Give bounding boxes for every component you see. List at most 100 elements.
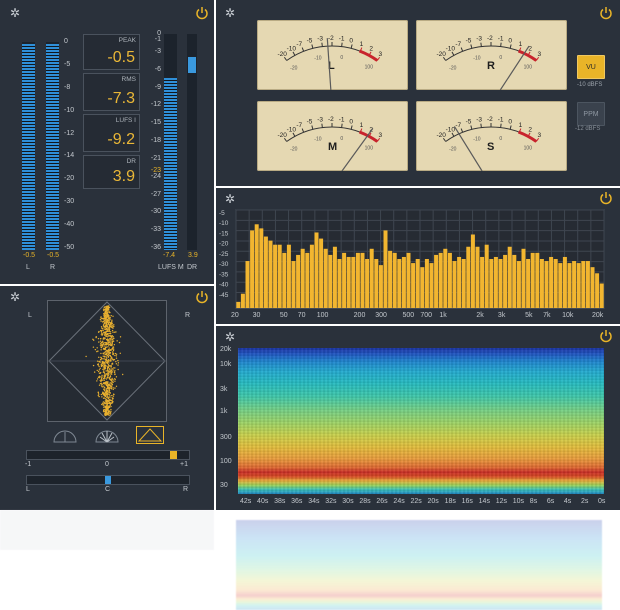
vu-scale-label: -5 (466, 119, 472, 126)
goniometer-dot (105, 308, 108, 311)
lufs-m-meter (164, 34, 177, 250)
goniometer-dot (92, 364, 95, 367)
power-icon[interactable] (599, 6, 613, 20)
goniometer-dot (104, 409, 106, 411)
vu-inner-label: 100 (524, 146, 533, 152)
goniometer-dot (101, 374, 103, 377)
vu-inner-label: 100 (524, 65, 533, 71)
spectrogram-x-tick: 24s (393, 498, 405, 505)
spectrum-bar (567, 263, 572, 308)
goniometer-dot (98, 395, 100, 398)
goniometer-dot (107, 384, 109, 386)
goniometer-dot (110, 339, 112, 341)
goniometer-dot (104, 313, 106, 315)
vu-red-zone (358, 130, 379, 143)
goniometer-dot (119, 336, 122, 338)
vu-meter-r: -20 -10 -7 -5 -3 -2 -1 0 1 2 3 -20 -10 0 100 R (416, 20, 567, 91)
level-scale-tick: -8 (64, 83, 71, 91)
right-channel-label: R (50, 264, 56, 271)
lissajous-icon[interactable] (94, 428, 120, 444)
vu-scale-label: -10 (287, 126, 297, 133)
goniometer-dot (101, 321, 104, 323)
goniometer-dot (114, 331, 116, 333)
goniometer-dot (107, 322, 110, 325)
goniometer-dot (106, 413, 108, 415)
spectrum-bar (388, 250, 393, 308)
goniometer-dot (106, 404, 108, 406)
spectrum-x-tick: 50 (280, 312, 288, 319)
goniometer-dot (101, 341, 104, 343)
goniometer-dot (106, 399, 108, 401)
goniometer-dot (106, 330, 108, 333)
goniometer-dot (105, 325, 107, 327)
goniometer-dot (98, 360, 101, 363)
goniometer-dot (109, 341, 111, 343)
spectrum-x-tick: 100 (317, 312, 329, 319)
polar-icon[interactable] (52, 428, 78, 444)
goniometer-dot (93, 371, 96, 373)
gear-icon[interactable]: ✲ (224, 7, 236, 19)
goniometer-dot (107, 356, 110, 358)
power-icon[interactable] (195, 6, 209, 20)
goniometer-dot (108, 311, 111, 314)
goniometer-dot (113, 337, 115, 340)
balance-indicator (105, 476, 111, 484)
power-icon[interactable] (599, 329, 613, 343)
vu-inner-label: 0 (499, 136, 502, 142)
goniometer-dot (97, 363, 99, 366)
goniometer-dot (101, 343, 103, 346)
goniometer-dot (105, 364, 107, 367)
level-scale-tick: -30 (64, 198, 75, 206)
spectrum-y-tick: -40 (219, 282, 229, 289)
goniometer-dot (102, 392, 104, 394)
goniometer-dot (102, 358, 104, 360)
goniometer-dot (107, 358, 110, 361)
level-scale-tick: -40 (64, 221, 75, 229)
spectrum-bar (539, 259, 544, 308)
spectrogram-x-tick: 40s (257, 498, 269, 505)
gear-icon[interactable]: ✲ (224, 331, 236, 343)
goniometer-dot (108, 365, 110, 367)
goniometer-dot (102, 324, 105, 327)
goniometer-display (47, 300, 167, 422)
gear-icon[interactable]: ✲ (9, 7, 21, 19)
vu-scale-label: 2 (369, 45, 373, 52)
spectrum-bar (346, 256, 351, 308)
goniometer-dot (112, 331, 114, 333)
goniometer-dot (101, 402, 104, 404)
lufs-scale-tick: -3 (154, 47, 161, 55)
goniometer-dot (107, 377, 109, 379)
goniometer-dot (101, 403, 103, 406)
vu-mode-button[interactable]: VU (577, 55, 605, 79)
spectrum-bar (392, 252, 397, 308)
vu-inner-label: -20 (290, 65, 297, 71)
spectrum-bar (452, 261, 457, 308)
goniometer-dot (110, 410, 112, 413)
goniometer-dot (108, 362, 110, 364)
goniometer-dot (112, 381, 114, 383)
spectrum-bar (319, 238, 324, 308)
goniometer-dot (109, 378, 111, 380)
goniometer-dot (98, 356, 100, 359)
goniometer-dot (100, 317, 102, 319)
goniometer-dot (112, 349, 115, 352)
goniometer-dot (101, 386, 104, 388)
spectrum-bar (424, 259, 429, 308)
spectrum-bar (599, 283, 604, 308)
goniometer-dot (103, 323, 105, 325)
gear-icon[interactable]: ✲ (9, 291, 21, 303)
right-peak-readout: -0.5 (47, 252, 60, 259)
goniometer-dot (114, 378, 116, 381)
goniometer-dot (106, 368, 109, 370)
goniometer-dot (101, 362, 103, 365)
spectrum-y-tick: -20 (219, 241, 229, 248)
goniometer-dot (96, 347, 98, 349)
goniometer-dot (105, 319, 107, 321)
power-icon[interactable] (195, 290, 209, 304)
goniometer-dot (108, 401, 111, 404)
ppm-mode-button[interactable]: PPM (577, 102, 605, 126)
diamond-mode-button[interactable] (136, 426, 164, 444)
goniometer-dot (107, 397, 109, 400)
goniometer-dot (108, 317, 110, 320)
goniometer-dot (99, 318, 102, 321)
